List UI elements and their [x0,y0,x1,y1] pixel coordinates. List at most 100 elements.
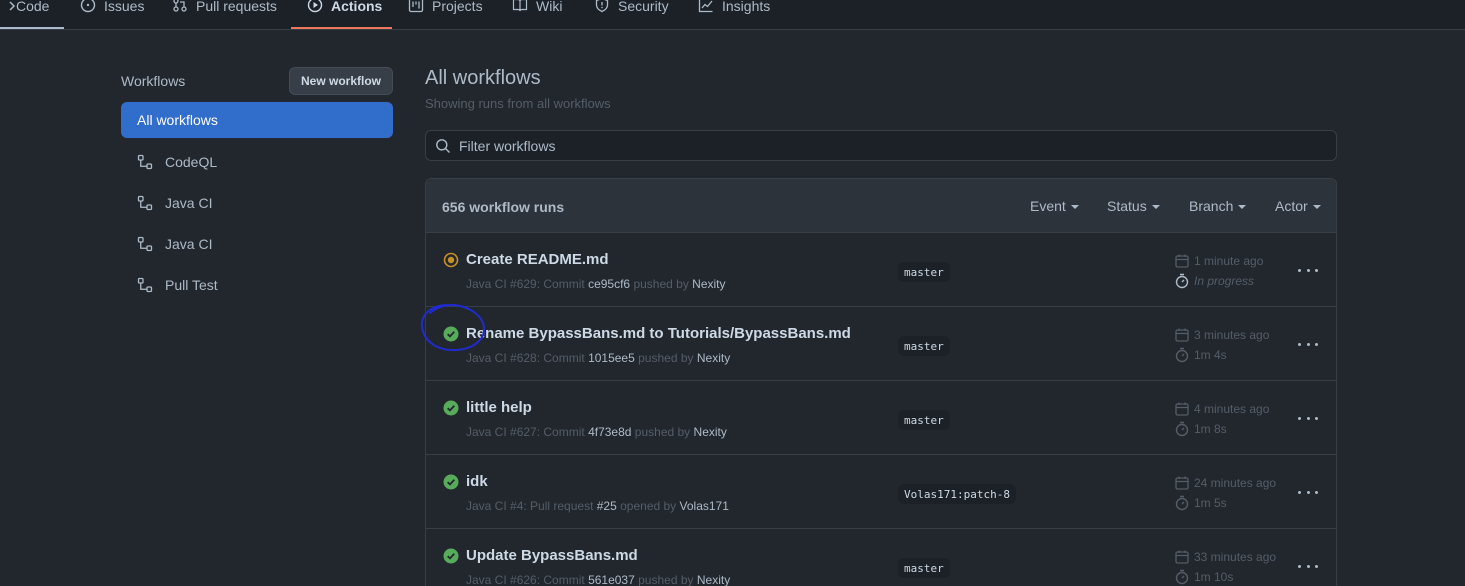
code-icon [4,0,16,13]
run-actor[interactable]: Nexity [692,277,725,291]
calendar-icon [1175,254,1189,268]
run-duration-text: 1m 4s [1194,348,1227,362]
run-duration-text: 1m 5s [1194,496,1227,510]
run-meta: Java CI #628: Commit 1015ee5 pushed by N… [466,351,730,365]
workflow-run-row[interactable]: Create README.md Java CI #629: Commit ce… [426,233,1336,307]
kebab-horizontal-icon[interactable] [1298,262,1318,278]
run-duration-text: 1m 8s [1194,422,1227,436]
stopwatch-icon [1175,495,1189,511]
run-time: 1 minute ago [1174,253,1263,269]
sidebar-item-java-ci[interactable]: Java CI [121,185,393,221]
run-title[interactable]: Update BypassBans.md [466,547,638,564]
run-title[interactable]: little help [466,399,532,416]
workflow-icon [137,277,153,293]
git-pull-request-icon [172,0,188,13]
run-ref[interactable]: #25 [597,499,617,513]
run-ref[interactable]: 1015ee5 [588,351,635,365]
run-actor[interactable]: Volas171 [680,499,729,513]
kebab-horizontal-icon[interactable] [1298,336,1318,352]
sidebar-item-all-workflows[interactable]: All workflows [121,102,393,138]
run-meta-prefix: Java CI #4: Pull request [466,499,594,513]
sidebar-item-pull-test[interactable]: Pull Test [121,267,393,303]
run-actor[interactable]: Nexity [697,573,730,586]
project-icon [408,0,424,13]
workflow-run-row[interactable]: little help Java CI #627: Commit 4f73e8d… [426,381,1336,455]
tab-actions[interactable]: Actions [307,0,382,30]
run-actor[interactable]: Nexity [697,351,730,365]
actor-filter-button[interactable]: Actor [1275,198,1321,214]
check-circle-icon [443,400,459,416]
stopwatch-icon [1175,273,1189,289]
run-ref[interactable]: 561e037 [588,573,635,586]
tab-security-label: Security [618,0,669,14]
run-title[interactable]: Rename BypassBans.md to Tutorials/Bypass… [466,325,851,342]
event-filter-label: Event [1030,198,1066,214]
sidebar-item-java-ci-2[interactable]: Java CI [121,226,393,262]
run-meta-prefix: Java CI #626: Commit [466,573,585,586]
filter-workflows[interactable] [425,130,1337,161]
kebab-horizontal-icon[interactable] [1298,558,1318,574]
workflow-run-row[interactable]: idk Java CI #4: Pull request #25 opened … [426,455,1336,529]
tab-projects-label: Projects [432,0,483,14]
tab-code-underline [0,27,64,29]
calendar-icon [1175,402,1189,416]
run-title[interactable]: Create README.md [466,251,609,268]
tab-security[interactable]: Security [594,0,669,30]
run-meta-prefix: Java CI #629: Commit [466,277,585,291]
tab-issues[interactable]: Issues [80,0,144,30]
branch-filter-button[interactable]: Branch [1189,198,1247,214]
branch-label[interactable]: Volas171:patch-8 [898,484,1016,504]
sidebar-item-codeql[interactable]: CodeQL [121,144,393,180]
new-workflow-button[interactable]: New workflow [289,67,393,95]
run-actor[interactable]: Nexity [694,425,727,439]
workflow-run-row[interactable]: Update BypassBans.md Java CI #626: Commi… [426,529,1336,586]
branch-label[interactable]: master [898,336,950,356]
tab-code[interactable]: Code [4,0,49,30]
workflow-runs-list: 656 workflow runs Event Status Branch Ac… [425,178,1337,586]
run-meta-mid: pushed by [638,573,694,586]
run-time-text: 33 minutes ago [1194,550,1277,564]
repo-nav: Code Issues Pull requests Actions Projec… [0,0,1465,30]
branch-label[interactable]: master [898,262,950,282]
status-filter-button[interactable]: Status [1107,198,1160,214]
tab-issues-label: Issues [104,0,145,14]
run-duration: 1m 4s [1174,347,1227,363]
sidebar-item-label: Java CI [165,195,213,211]
tab-insights[interactable]: Insights [698,0,770,30]
run-meta-prefix: Java CI #627: Commit [466,425,585,439]
graph-icon [698,0,714,13]
branch-label[interactable]: master [898,558,950,578]
run-meta-mid: opened by [620,499,677,513]
run-meta-mid: pushed by [633,277,689,291]
branch-label[interactable]: master [898,410,950,430]
status-filter-label: Status [1107,198,1147,214]
search-icon [436,138,450,153]
run-duration: 1m 5s [1174,495,1227,511]
tab-wiki[interactable]: Wiki [512,0,562,30]
kebab-horizontal-icon[interactable] [1298,484,1318,500]
run-time-text: 4 minutes ago [1194,402,1270,416]
check-circle-icon [443,474,459,490]
run-duration: 1m 10s [1174,569,1233,585]
run-title[interactable]: idk [466,473,488,490]
tab-projects[interactable]: Projects [408,0,483,30]
run-meta: Java CI #627: Commit 4f73e8d pushed by N… [466,425,727,439]
book-icon [512,0,528,13]
run-ref[interactable]: ce95cf6 [588,277,630,291]
run-meta-mid: pushed by [634,425,691,439]
run-ref[interactable]: 4f73e8d [588,425,631,439]
stopwatch-icon [1175,347,1189,363]
page-subtitle: Showing runs from all workflows [425,96,611,111]
calendar-icon [1175,476,1189,490]
run-time: 4 minutes ago [1174,401,1269,417]
check-circle-icon [443,548,459,564]
workflow-run-row[interactable]: Rename BypassBans.md to Tutorials/Bypass… [426,307,1336,381]
run-duration: 1m 8s [1174,421,1227,437]
run-time-text: 24 minutes ago [1194,476,1277,490]
kebab-horizontal-icon[interactable] [1298,410,1318,426]
run-time-text: 1 minute ago [1194,254,1264,268]
filter-workflows-input[interactable] [459,137,1259,154]
tab-pull-requests[interactable]: Pull requests [172,0,277,30]
caret-down-icon [1070,205,1079,209]
event-filter-button[interactable]: Event [1030,198,1079,214]
